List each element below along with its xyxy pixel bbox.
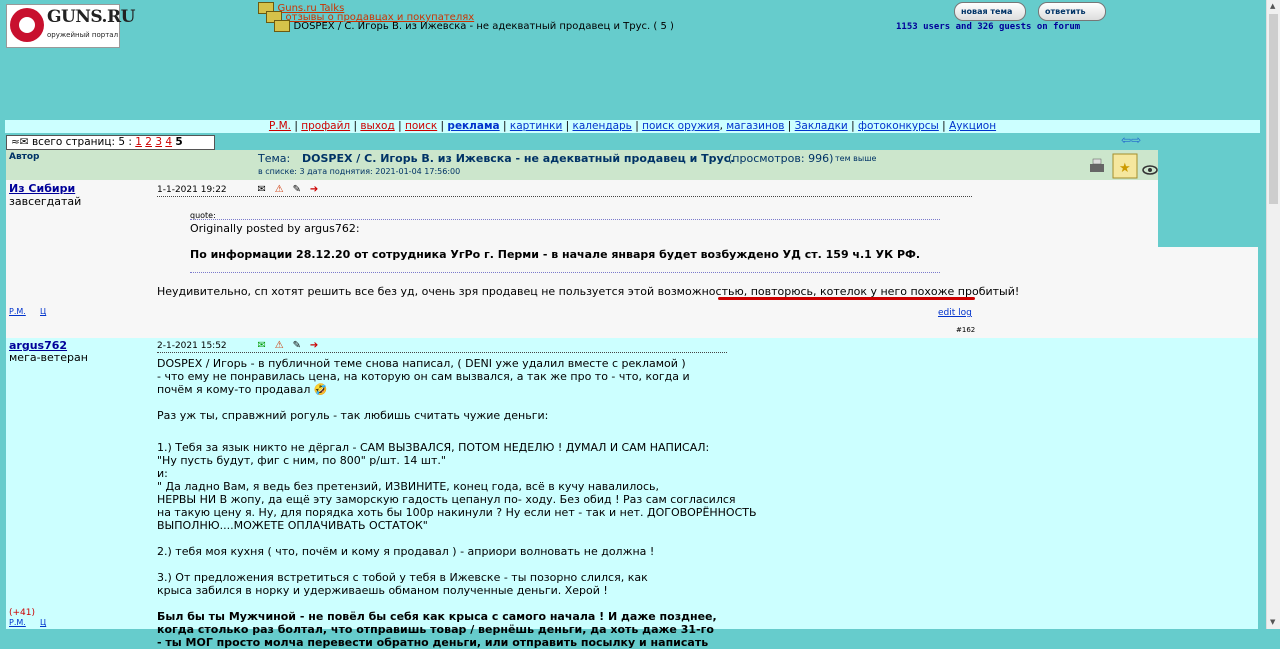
scrollbar-thumb[interactable] [1269, 14, 1278, 204]
edit-icon[interactable]: ✎ [293, 340, 301, 351]
topic-meta: в списке: 3 дата поднятия: 2021-01-04 17… [258, 167, 461, 176]
topic-tools: ★ [1088, 152, 1158, 183]
topic-views: (просмотров: 996) [728, 152, 834, 165]
envelope-icon[interactable]: ✉ [258, 184, 266, 195]
folder-open-icon [274, 20, 290, 32]
online-count: 1153 users and 326 guests on forum [896, 22, 1081, 32]
page-current: 5 [175, 136, 183, 148]
reply-button[interactable]: ответить [1038, 2, 1106, 21]
post-line-bold: - ты МОГ просто молча перевести обратно … [157, 636, 709, 649]
printer-icon[interactable] [1090, 158, 1104, 172]
reply-quote-icon[interactable]: ➔ [310, 184, 318, 195]
guns-logo[interactable]: GUNS.RU оружейный портал [6, 4, 135, 48]
page-link-2[interactable]: 2 [145, 136, 152, 148]
page-link-4[interactable]: 4 [165, 136, 172, 148]
nav-ads[interactable]: реклама [447, 120, 499, 132]
logo-tagline: оружейный портал [47, 31, 119, 39]
warning-icon[interactable]: ⚠ [275, 340, 284, 351]
pm-link[interactable]: Р.М. [9, 307, 26, 316]
envelope-icon[interactable]: ✉ [258, 340, 266, 351]
post-line-bold: когда столько раз болтал, что отправишь … [157, 623, 714, 636]
logo-brand: GUNS.RU [47, 7, 135, 27]
post-line-bold: Был бы ты Мужчиной - не повёл бы себя ка… [157, 610, 717, 623]
logo-emblem-icon [10, 8, 44, 42]
post-line: 3.) От предложения встретиться с тобой у… [157, 571, 648, 584]
nav-pm[interactable]: Р.М. [269, 120, 291, 132]
rating[interactable]: (+41) [9, 608, 35, 618]
post-line: на такую цену я. Ну, для порядка хоть бы… [157, 506, 757, 519]
pages-label: всего страниц: 5 : [31, 136, 132, 148]
breadcrumb-level3: DOSPEX / С. Игорь В. из Ижевска - не аде… [274, 19, 674, 32]
nav-calendar[interactable]: календарь [573, 120, 632, 132]
cite-link[interactable]: Ц [40, 307, 46, 316]
nav-profile[interactable]: профайл [301, 120, 350, 132]
topic-tools-icons: ★ [1090, 153, 1158, 179]
post-date-line: 1-1-2021 19:22 ✉ ⚠ ✎ ➔ [157, 184, 972, 197]
post-line: Раз уж ты, справжний рогуль - так любишь… [157, 409, 549, 422]
scroll-down-icon[interactable]: ▼ [1270, 618, 1275, 626]
author-column-header: Автор [9, 152, 40, 162]
post-text-a: Неудивительно, сп хотят решить все без у… [157, 285, 751, 298]
page-link-1[interactable]: 1 [135, 136, 142, 148]
topics-above-link[interactable]: тем выше [835, 154, 876, 163]
svg-text:★: ★ [1119, 161, 1131, 176]
cite-link[interactable]: Ц [40, 618, 46, 627]
new-topic-label: новая тема [961, 7, 1013, 16]
reply-label: ответить [1045, 7, 1086, 16]
quote-author: Originally posted by argus762: [190, 222, 360, 235]
post-line: почём я кому-то продавал 🤣 [157, 383, 328, 396]
post-author-link[interactable]: Из Сибири [9, 182, 75, 195]
nav-bookmarks[interactable]: Закладки [795, 120, 848, 132]
topic-nav-arrows: ⇦⇨ [1121, 133, 1141, 147]
topic-title: DOSPEX / С. Игорь В. из Ижевска - не аде… [302, 152, 735, 165]
page-link-3[interactable]: 3 [155, 136, 162, 148]
red-underline-annotation [718, 297, 975, 300]
arrow-right-icon[interactable]: ⇨ [1131, 133, 1141, 147]
post-line: и: [157, 467, 168, 480]
post-date-line: 2-1-2021 15:52 ✉ ⚠ ✎ ➔ [157, 340, 727, 353]
post-line: НЕРВЫ НИ В жопу, да ещё эту заморскую га… [157, 493, 736, 506]
post-date: 1-1-2021 19:22 [157, 185, 227, 195]
post-line: " Да ладно Вам, я ведь без претензий, ИЗ… [157, 480, 659, 493]
post-line: - что ему не понравилась цена, на котору… [157, 370, 690, 383]
nav-search[interactable]: поиск [405, 120, 437, 132]
main-nav: Р.М. | профайл | выход | поиск | реклама… [5, 120, 1260, 133]
breadcrumb-current: DOSPEX / С. Игорь В. из Ижевска - не аде… [293, 21, 674, 32]
post-date: 2-1-2021 15:52 [157, 341, 227, 351]
quote-text: По информации 28.12.20 от сотрудника УгР… [190, 248, 921, 261]
post-author-rank: завсегдатай [9, 195, 82, 208]
scroll-up-icon[interactable]: ▲ [1270, 2, 1275, 10]
envelope-icon[interactable]: ≈✉ [11, 136, 29, 148]
topic-label: Тема: [258, 152, 291, 165]
nav-pictures[interactable]: картинки [510, 120, 562, 132]
edit-log-link[interactable]: edit log [938, 308, 972, 318]
pm-link[interactable]: Р.М. [9, 618, 26, 627]
nav-gun-search[interactable]: поиск оружия [642, 120, 719, 132]
post-line: "Ну пусть будут, фиг с ним, по 800" р/шт… [157, 454, 446, 467]
post-line: DOSPEX / Игорь - в публичной теме снова … [157, 357, 686, 370]
nav-photocontest[interactable]: фотоконкурсы [858, 120, 939, 132]
nav-shops[interactable]: магазинов [726, 120, 784, 132]
post-author-rank: мега-ветеран [9, 351, 88, 364]
post-body: DOSPEX / Игорь - в публичной теме снова … [157, 357, 757, 649]
reply-quote-icon[interactable]: ➔ [310, 340, 318, 351]
nav-logout[interactable]: выход [360, 120, 394, 132]
arrow-left-icon[interactable]: ⇦ [1121, 133, 1131, 147]
post-line: 2.) тебя моя кухня ( что, почём и кому я… [157, 545, 655, 558]
post-line: ВЫПОЛНЮ....МОЖЕТЕ ОПЛАЧИВАТЬ ОСТАТОК" [157, 519, 428, 532]
post-line: крыса забился в норку и удерживаешь обма… [157, 584, 608, 597]
warning-icon[interactable]: ⚠ [275, 184, 284, 195]
post-number: #162 [956, 326, 976, 334]
pagination: ≈✉ всего страниц: 5 : 1 2 3 4 5 [6, 135, 215, 150]
edit-icon[interactable]: ✎ [293, 184, 301, 195]
watch-eye-icon[interactable] [1142, 165, 1158, 175]
page-scrollbar[interactable]: ▲ ▼ [1266, 0, 1280, 629]
favorite-folder-icon[interactable]: ★ [1112, 153, 1138, 179]
new-topic-button[interactable]: новая тема [954, 2, 1026, 21]
post-line: 1.) Тебя за язык никто не дёргал - САМ В… [157, 441, 710, 454]
nav-auction[interactable]: Аукцион [949, 120, 996, 132]
